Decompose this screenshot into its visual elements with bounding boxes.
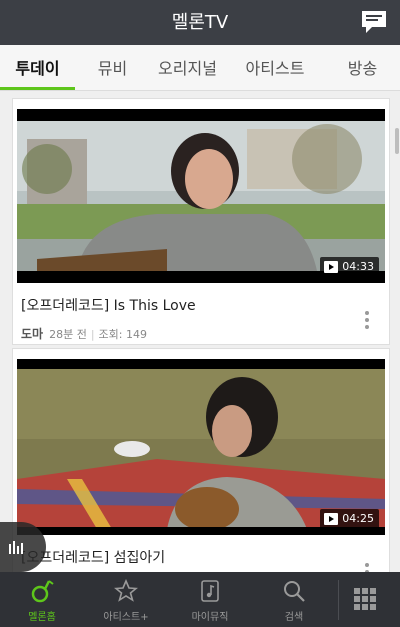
bottom-navigation: 멜론홈 아티스트+ 마이뮤직 검색 (0, 572, 400, 627)
video-feed[interactable]: 04:33 [오프더레코드] Is This Love 도마 28분 전 | 조회: … (0, 91, 400, 572)
tab-artist[interactable]: 아티스트 (235, 45, 315, 90)
grid-menu-icon (354, 588, 376, 610)
chat-icon[interactable] (360, 9, 388, 35)
video-card[interactable]: 04:25 [오프더레코드] 섬집아기 도마 (12, 348, 390, 572)
nav-search[interactable]: 검색 (254, 572, 334, 627)
equalizer-icon (9, 541, 23, 554)
nav-menu[interactable] (330, 572, 400, 627)
artist-name[interactable]: 도마 (21, 327, 43, 341)
play-icon (324, 513, 339, 525)
upload-time: 28분 전 (49, 328, 87, 341)
nav-artist-plus[interactable]: 아티스트+ (86, 572, 166, 627)
my-music-icon (201, 580, 219, 602)
tab-mv[interactable]: 뮤비 (75, 45, 150, 90)
nav-melon-home[interactable]: 멜론홈 (2, 572, 82, 627)
video-thumbnail[interactable]: 04:25 (17, 359, 385, 535)
tab-original[interactable]: 오리지널 (150, 45, 225, 90)
tab-broadcast[interactable]: 방송 (325, 45, 400, 90)
play-icon (324, 261, 339, 273)
app-title: 멜론TV (171, 12, 229, 33)
scrollbar[interactable] (395, 128, 399, 154)
more-options-icon[interactable] (365, 563, 369, 572)
duration-badge: 04:33 (320, 257, 379, 277)
active-tab-indicator (0, 87, 75, 90)
more-options-icon[interactable] (365, 311, 369, 329)
star-icon (114, 579, 138, 602)
tab-today[interactable]: 투데이 (0, 45, 75, 90)
video-meta: 도마 28분 전 | 조회: 149 (21, 325, 147, 342)
video-thumbnail[interactable]: 04:33 (17, 109, 385, 283)
app-header: 멜론TV (0, 0, 400, 45)
view-count: 조회: 149 (98, 328, 147, 341)
category-tabs: 투데이 뮤비 오리지널 아티스트 방송 (0, 45, 400, 91)
duration-badge: 04:25 (320, 509, 379, 529)
video-card[interactable]: 04:33 [오프더레코드] Is This Love 도마 28분 전 | 조회: … (12, 98, 390, 345)
nav-my-music[interactable]: 마이뮤직 (170, 572, 250, 627)
search-icon (284, 581, 305, 602)
meta-divider: | (90, 328, 95, 341)
melon-home-icon (31, 580, 54, 603)
video-title[interactable]: [오프더레코드] Is This Love (21, 295, 196, 315)
